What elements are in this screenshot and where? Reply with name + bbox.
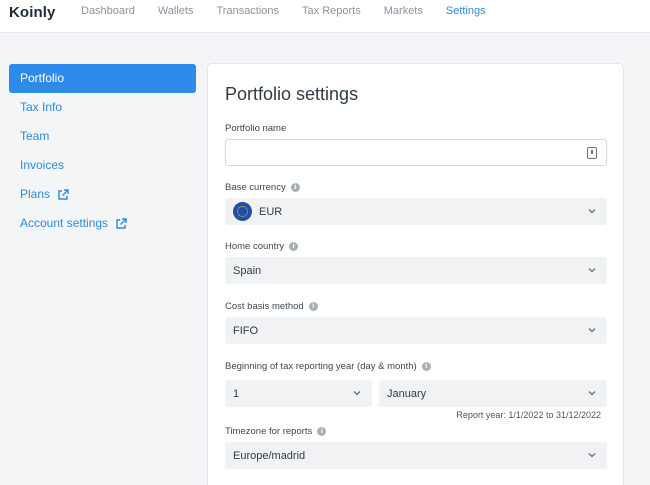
tax-year-month-select[interactable]: January <box>379 380 607 407</box>
external-link-icon <box>116 217 127 229</box>
sidebar-item-portfolio[interactable]: Portfolio <box>9 64 196 93</box>
portfolio-name-input[interactable] <box>226 140 566 165</box>
report-year-text: Report year: 1/1/2022 to 31/12/2022 <box>456 410 601 420</box>
timezone-label: Timezone for reports i <box>225 426 327 437</box>
base-currency-value: EUR <box>259 205 283 218</box>
info-icon[interactable]: i <box>308 302 318 311</box>
home-country-value: Spain <box>233 264 262 277</box>
nav-dashboard[interactable]: Dashboard <box>81 5 135 17</box>
tax-year-month-value: January <box>387 387 427 400</box>
info-icon[interactable]: i <box>289 242 299 251</box>
tax-year-day-select[interactable]: 1 <box>225 380 372 407</box>
sidebar-item-invoices[interactable]: Invoices <box>9 151 196 180</box>
tax-year-day-value: 1 <box>233 387 240 400</box>
sidebar-item-label: Account settings <box>20 216 109 230</box>
sidebar-item-team[interactable]: Team <box>9 122 196 151</box>
sidebar-item-label: Team <box>20 129 50 143</box>
sidebar-item-tax-info[interactable]: Tax Info <box>9 93 196 122</box>
home-country-label-text: Home country <box>225 241 285 252</box>
main-nav: Dashboard Wallets Transactions Tax Repor… <box>81 5 509 17</box>
timezone-select[interactable]: Europe/madrid <box>225 442 607 469</box>
base-currency-label-text: Base currency <box>225 182 286 193</box>
nav-markets[interactable]: Markets <box>384 5 423 17</box>
tax-year-label-text: Beginning of tax reporting year (day & m… <box>225 361 417 372</box>
nav-wallets[interactable]: Wallets <box>158 5 194 17</box>
nav-tax-reports[interactable]: Tax Reports <box>302 5 361 17</box>
tax-year-label: Beginning of tax reporting year (day & m… <box>225 361 431 372</box>
sidebar-item-label: Invoices <box>20 158 65 172</box>
portfolio-name-label: Portfolio name <box>225 123 286 134</box>
top-navigation-bar: Koinly Dashboard Wallets Transactions Ta… <box>0 0 650 33</box>
chevron-down-icon <box>588 209 596 214</box>
sidebar-item-plans[interactable]: Plans <box>9 180 196 209</box>
chevron-down-icon <box>588 391 596 396</box>
timezone-label-text: Timezone for reports <box>225 426 313 437</box>
chevron-down-icon <box>353 391 361 396</box>
password-manager-icon[interactable] <box>587 147 597 159</box>
sidebar-item-label: Portfolio <box>20 71 65 85</box>
cost-basis-label: Cost basis method i <box>225 301 318 312</box>
cost-basis-label-text: Cost basis method <box>225 301 304 312</box>
chevron-down-icon <box>588 453 596 458</box>
portfolio-name-field[interactable] <box>225 139 607 166</box>
timezone-value: Europe/madrid <box>233 449 306 462</box>
info-icon[interactable]: i <box>290 183 300 192</box>
sidebar-item-account-settings[interactable]: Account settings <box>9 209 196 238</box>
page-title: Portfolio settings <box>225 84 359 104</box>
home-country-label: Home country i <box>225 241 299 252</box>
koinly-logo[interactable]: Koinly <box>9 4 55 21</box>
external-link-icon <box>58 188 69 200</box>
nav-transactions[interactable]: Transactions <box>216 5 279 17</box>
eu-flag-icon <box>233 202 252 221</box>
chevron-down-icon <box>588 328 596 333</box>
cost-basis-select[interactable]: FIFO <box>225 317 607 344</box>
home-country-select[interactable]: Spain <box>225 257 607 284</box>
info-icon[interactable]: i <box>317 427 327 436</box>
sidebar-item-label: Plans <box>20 187 51 201</box>
base-currency-select[interactable]: EUR <box>225 198 607 225</box>
cost-basis-value: FIFO <box>233 324 259 337</box>
portfolio-settings-card: Portfolio settings Portfolio name Base c… <box>207 63 624 485</box>
nav-settings[interactable]: Settings <box>446 5 486 17</box>
portfolio-name-label-text: Portfolio name <box>225 123 287 134</box>
base-currency-label: Base currency i <box>225 182 300 193</box>
chevron-down-icon <box>588 268 596 273</box>
info-icon[interactable]: i <box>421 362 431 371</box>
settings-sidebar: Portfolio Tax Info Team Invoices Plans A… <box>9 64 196 238</box>
sidebar-item-label: Tax Info <box>20 100 63 114</box>
